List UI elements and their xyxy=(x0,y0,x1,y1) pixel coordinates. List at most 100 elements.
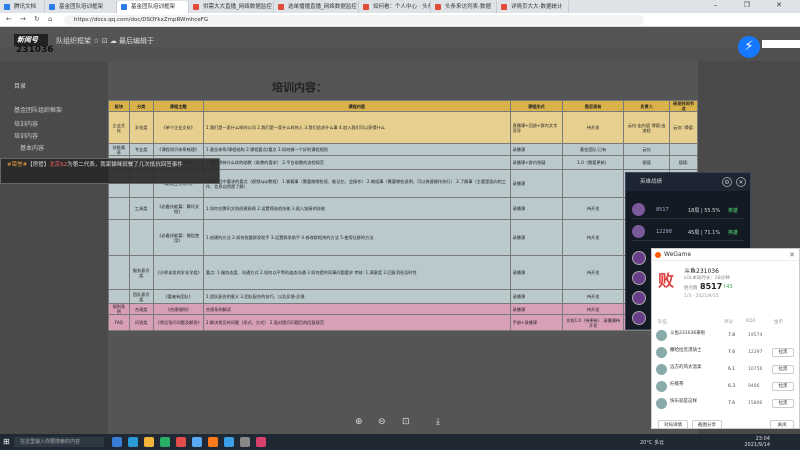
outline-item[interactable]: 培训内容 xyxy=(14,119,38,128)
outline-item[interactable]: 培训内容 xyxy=(14,131,38,140)
table-cell[interactable]: 带组过程中要求的要点（视频app教程） 1.掌握事（需要做哪些班、能记忆、会操作… xyxy=(202,169,511,198)
table-cell[interactable]: 基金团队:已有 xyxy=(562,143,625,156)
file-explorer-icon[interactable] xyxy=(144,437,154,447)
table-cell[interactable]: 《沙师弟发的学长学姐》 xyxy=(152,255,204,290)
app-icon[interactable] xyxy=(256,437,266,447)
taskbar-search-input[interactable]: 在这里输入你要搜索的内容 xyxy=(14,437,104,447)
table-cell[interactable]: 《单个企业文化》 xyxy=(152,111,204,144)
table-cell[interactable]: 团队意识类 xyxy=(128,289,154,304)
share-button[interactable]: 截图分享 xyxy=(692,420,722,429)
table-cell[interactable]: 直播课+回放+群内文字宣导 xyxy=(509,111,564,144)
app-icon[interactable] xyxy=(208,437,218,447)
table-cell[interactable]: 录播课 xyxy=(509,303,564,315)
taskbar-clock[interactable]: 23:04 2021/9/14 xyxy=(744,436,770,448)
outline-item[interactable]: 基本内容 xyxy=(20,143,44,152)
table-cell[interactable]: 《要者有团队》 xyxy=(152,289,204,304)
table-cell[interactable]: 1.创建的方法 2.如何批量群发助手 3.设置群发助手 4.修改群相关的方法 5… xyxy=(202,219,511,256)
champion-icon[interactable] xyxy=(632,271,646,285)
table-cell[interactable]: 《必备技能篇：微信使用》 xyxy=(152,219,204,256)
table-cell[interactable]: 《课程知识体系梳理》 xyxy=(152,143,204,156)
table-cell[interactable]: 合规条例解读 xyxy=(202,303,511,315)
table-cell[interactable] xyxy=(108,289,130,304)
table-cell[interactable]: 《必备技能篇：腾讯文档》 xyxy=(152,197,204,220)
player-row[interactable]: 快乐就是这样 7.6 15806 拉黑 xyxy=(656,397,796,411)
lol-row[interactable]: 12298 45局 | 71.1% 英雄 xyxy=(632,223,744,241)
browser-tab[interactable]: 头条来访列表-数据 xyxy=(431,1,497,13)
weather-widget[interactable]: 20°C 多云 xyxy=(640,439,664,446)
table-cell[interactable]: 合规类 xyxy=(128,303,154,315)
player-row[interactable]: 撒哈拉荒漠骑士 7.6 12297 拉黑 xyxy=(656,346,796,360)
zoom-in-icon[interactable]: ⊕ xyxy=(355,417,363,427)
table-cell[interactable]: 1.解决常见的问题（形式、方式） 2.面对提问问题后的回复规范 xyxy=(202,314,511,331)
table-cell[interactable]: 录播课 xyxy=(509,143,564,156)
table-cell[interactable]: 1.我们是一家什么样的公司 2.我们是一家什么样的人 3.我们追求什么事 4.加… xyxy=(202,111,511,144)
block-button[interactable]: 拉黑 xyxy=(772,365,794,374)
table-cell[interactable]: 待开发 xyxy=(562,303,625,315)
app-icon[interactable] xyxy=(224,437,234,447)
browser-tab[interactable]: 供需大大直播_网络数据监控 xyxy=(189,1,274,13)
windows-start-icon[interactable]: ⊞ xyxy=(3,437,10,446)
table-cell[interactable]: 待开发 xyxy=(562,289,625,304)
zoom-out-icon[interactable]: ⊖ xyxy=(378,417,386,427)
outline-item[interactable]: 目录 xyxy=(14,81,26,90)
table-cell[interactable]: 录播课 xyxy=(509,219,564,256)
table-cell[interactable]: 要点: 1.服务态度、沟通方式 2.如何以平等的姿态沟通 3.如何提供同事问题要… xyxy=(202,255,511,290)
block-button[interactable]: 拉黑 xyxy=(772,399,794,408)
task-view-icon[interactable] xyxy=(112,437,122,447)
block-button[interactable]: 拉黑 xyxy=(772,348,794,357)
download-icon[interactable]: ⤓ xyxy=(436,417,440,427)
wechat-icon[interactable] xyxy=(160,437,170,447)
table-cell[interactable] xyxy=(108,197,130,220)
table-cell[interactable]: 待开发 xyxy=(562,255,625,290)
table-cell[interactable] xyxy=(108,219,130,256)
match-detail-button[interactable]: 对局详情 xyxy=(658,420,688,429)
table-cell[interactable]: 录播课 xyxy=(509,289,564,304)
table-cell[interactable]: 录播课 xyxy=(509,255,564,290)
table-cell[interactable] xyxy=(128,219,154,256)
lol-row[interactable]: 8517 18局 | 55.5% 英雄 xyxy=(632,201,744,219)
player-row[interactable]: 斗鱼231036来啦 7.8 19574 xyxy=(656,329,796,343)
close-icon[interactable]: ✕ xyxy=(789,251,795,259)
table-cell[interactable]: 待开发 xyxy=(562,111,625,144)
table-cell[interactable]: 工具类 xyxy=(128,197,154,220)
table-cell[interactable]: FAQ xyxy=(108,314,130,331)
table-cell[interactable]: 文档1.0（待更新） 录播课待开发 xyxy=(562,314,625,331)
home-icon[interactable]: ⌂ xyxy=(48,15,52,23)
browser-tab-active[interactable]: 基金团队培训框架 xyxy=(117,1,189,13)
close-button[interactable]: 关闭 xyxy=(770,420,794,429)
table-cell[interactable] xyxy=(562,169,625,198)
table-cell[interactable]: 录播课+群内答疑 xyxy=(509,155,564,170)
champion-icon[interactable] xyxy=(632,251,646,265)
player-row[interactable]: 远方的风太温柔 6.1 10756 拉黑 xyxy=(656,363,796,377)
close-icon[interactable]: ✕ xyxy=(736,177,746,187)
table-cell[interactable]: 录播课 xyxy=(509,197,564,220)
window-controls[interactable]: – ❐ ✕ xyxy=(714,1,794,9)
champion-icon[interactable] xyxy=(632,311,646,325)
table-cell[interactable]: 1.基金体系/课程结构 2.课程要点/重点 3.如何做一个好的课程规划 xyxy=(202,143,511,156)
table-cell[interactable]: 1.如何在腾讯文档创建表格 2.设置筛选的技能 3.插入链接的技能 xyxy=(202,197,511,220)
table-cell[interactable]: 问答类 xyxy=(128,314,154,331)
browser-tab[interactable]: 选单播播直播_网络数据监控 xyxy=(274,1,359,13)
browser-tab[interactable]: 如何看：个人中心 · 头条 xyxy=(359,1,431,13)
table-cell[interactable]: 1.团队配合的意义 2.团队配合的技巧、以及反馈-反馈 xyxy=(202,289,511,304)
table-cell[interactable]: 企业文化 xyxy=(108,111,130,144)
table-cell[interactable]: 云仪:出内容 得德:出流程 xyxy=(623,111,671,144)
edge-browser-icon[interactable] xyxy=(128,437,138,447)
browser-tab[interactable]: 基金团队培训框架 xyxy=(45,1,117,13)
reload-icon[interactable]: ↻ xyxy=(34,15,40,23)
table-cell[interactable] xyxy=(108,255,130,290)
table-cell[interactable]: 云仪 xyxy=(623,143,671,156)
table-cell[interactable]: 专业类 xyxy=(128,143,154,156)
table-cell[interactable]: 待开发 xyxy=(562,197,625,220)
doc-title[interactable]: 队组织框架 ☆ ⊡ ☁ 最后编辑于 xyxy=(56,36,154,46)
table-cell[interactable] xyxy=(669,143,698,156)
table-cell[interactable]: 1.我们期待什么样的助教（助教的要求） 2.平台助教的流程规范 xyxy=(202,155,511,170)
table-cell[interactable]: 服务意识类 xyxy=(128,255,154,290)
table-cell[interactable]: 规则条例 xyxy=(108,303,130,315)
back-icon[interactable]: ← xyxy=(6,15,12,23)
url-input[interactable]: https://docs.qq.com/doc/DSOYkxZmpRWmhceF… xyxy=(64,15,644,25)
table-cell[interactable]: 《合规细则》 xyxy=(152,303,204,315)
app-icon[interactable] xyxy=(240,437,250,447)
outline-item[interactable]: 基金团队组织框架 xyxy=(14,105,62,114)
app-icon[interactable] xyxy=(192,437,202,447)
